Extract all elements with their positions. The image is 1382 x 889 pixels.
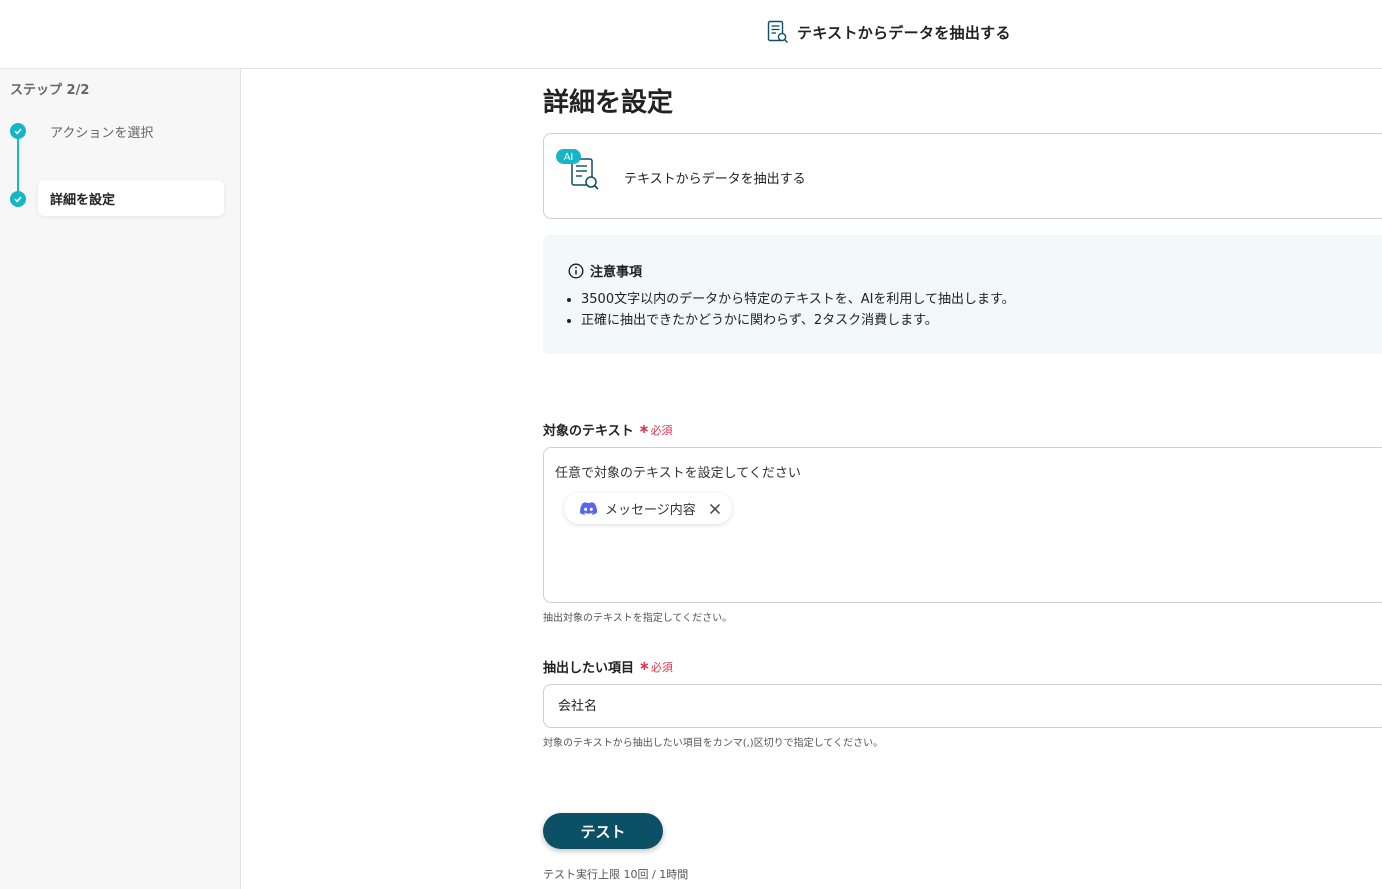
page-title: 詳細を設定 — [543, 88, 674, 118]
test-button[interactable]: テスト — [543, 813, 663, 849]
action-card: AI テキストからデータを抽出する — [543, 133, 1382, 219]
required-asterisk-icon: ∗ — [638, 422, 650, 437]
required-badge: 必須 — [650, 660, 673, 674]
required-badge: 必須 — [650, 423, 673, 437]
extract-items-label-text: 抽出したい項目 — [543, 661, 635, 676]
step-1-check-icon — [10, 123, 26, 139]
notice-heading: 注意事項 — [568, 261, 642, 280]
step-connector — [17, 131, 19, 199]
notice-item: 3500文字以内のデータから特定のテキストを、AIを利用して抽出します。 — [581, 289, 1015, 310]
test-limit-text: テスト実行上限 10回 / 1時間 — [543, 868, 689, 881]
target-text-placeholder: 任意で対象のテキストを設定してください — [555, 466, 801, 481]
step-count: ステップ 2/2 — [10, 83, 90, 98]
ai-badge: AI — [564, 152, 574, 163]
notice-item: 正確に抽出できたかどうかに関わらず、2タスク消費します。 — [581, 310, 1015, 331]
extract-items-field[interactable] — [543, 684, 1382, 728]
header-title-text: テキストからデータを抽出する — [797, 23, 1011, 42]
required-asterisk-icon: ∗ — [639, 659, 650, 674]
target-text-label-text: 対象のテキスト — [543, 424, 634, 439]
target-text-input[interactable]: 任意で対象のテキストを設定してください メッセージ内容 — [543, 447, 1382, 603]
top-header: テキストからデータを抽出する — [0, 0, 1382, 69]
step-item-set-details[interactable]: 詳細を設定 — [38, 180, 224, 216]
notice-list: 3500文字以内のデータから特定のテキストを、AIを利用して抽出します。 正確に… — [581, 289, 1015, 331]
variable-chip-label: メッセージ内容 — [605, 503, 696, 518]
step-item-select-action[interactable]: アクションを選択 — [50, 122, 153, 141]
close-icon[interactable] — [708, 502, 722, 516]
step-2-check-icon — [10, 191, 26, 207]
document-search-icon — [767, 20, 789, 44]
target-text-label: 対象のテキスト ∗ 必須 — [543, 420, 673, 439]
target-text-helper: 抽出対象のテキストを指定してください。 — [543, 613, 733, 624]
header-title: テキストからデータを抽出する — [767, 19, 1011, 45]
notice-heading-text: 注意事項 — [590, 265, 643, 280]
extract-items-label: 抽出したい項目 ∗ 必須 — [543, 657, 673, 676]
variable-chip[interactable]: メッセージ内容 — [564, 493, 732, 524]
extract-items-input[interactable] — [558, 697, 1258, 712]
step-sidebar: ステップ 2/2 アクションを選択 詳細を設定 — [0, 69, 241, 889]
info-icon — [568, 262, 584, 279]
ai-document-search-icon: AI — [556, 149, 599, 190]
extract-items-helper: 対象のテキストから抽出したい項目をカンマ(,)区切りで指定してください。 — [543, 738, 884, 749]
action-card-label: テキストからデータを抽出する — [624, 172, 806, 187]
discord-icon — [580, 502, 597, 515]
step-item-label: 詳細を設定 — [50, 192, 116, 208]
notice-box: 注意事項 3500文字以内のデータから特定のテキストを、AIを利用して抽出します… — [543, 235, 1382, 354]
